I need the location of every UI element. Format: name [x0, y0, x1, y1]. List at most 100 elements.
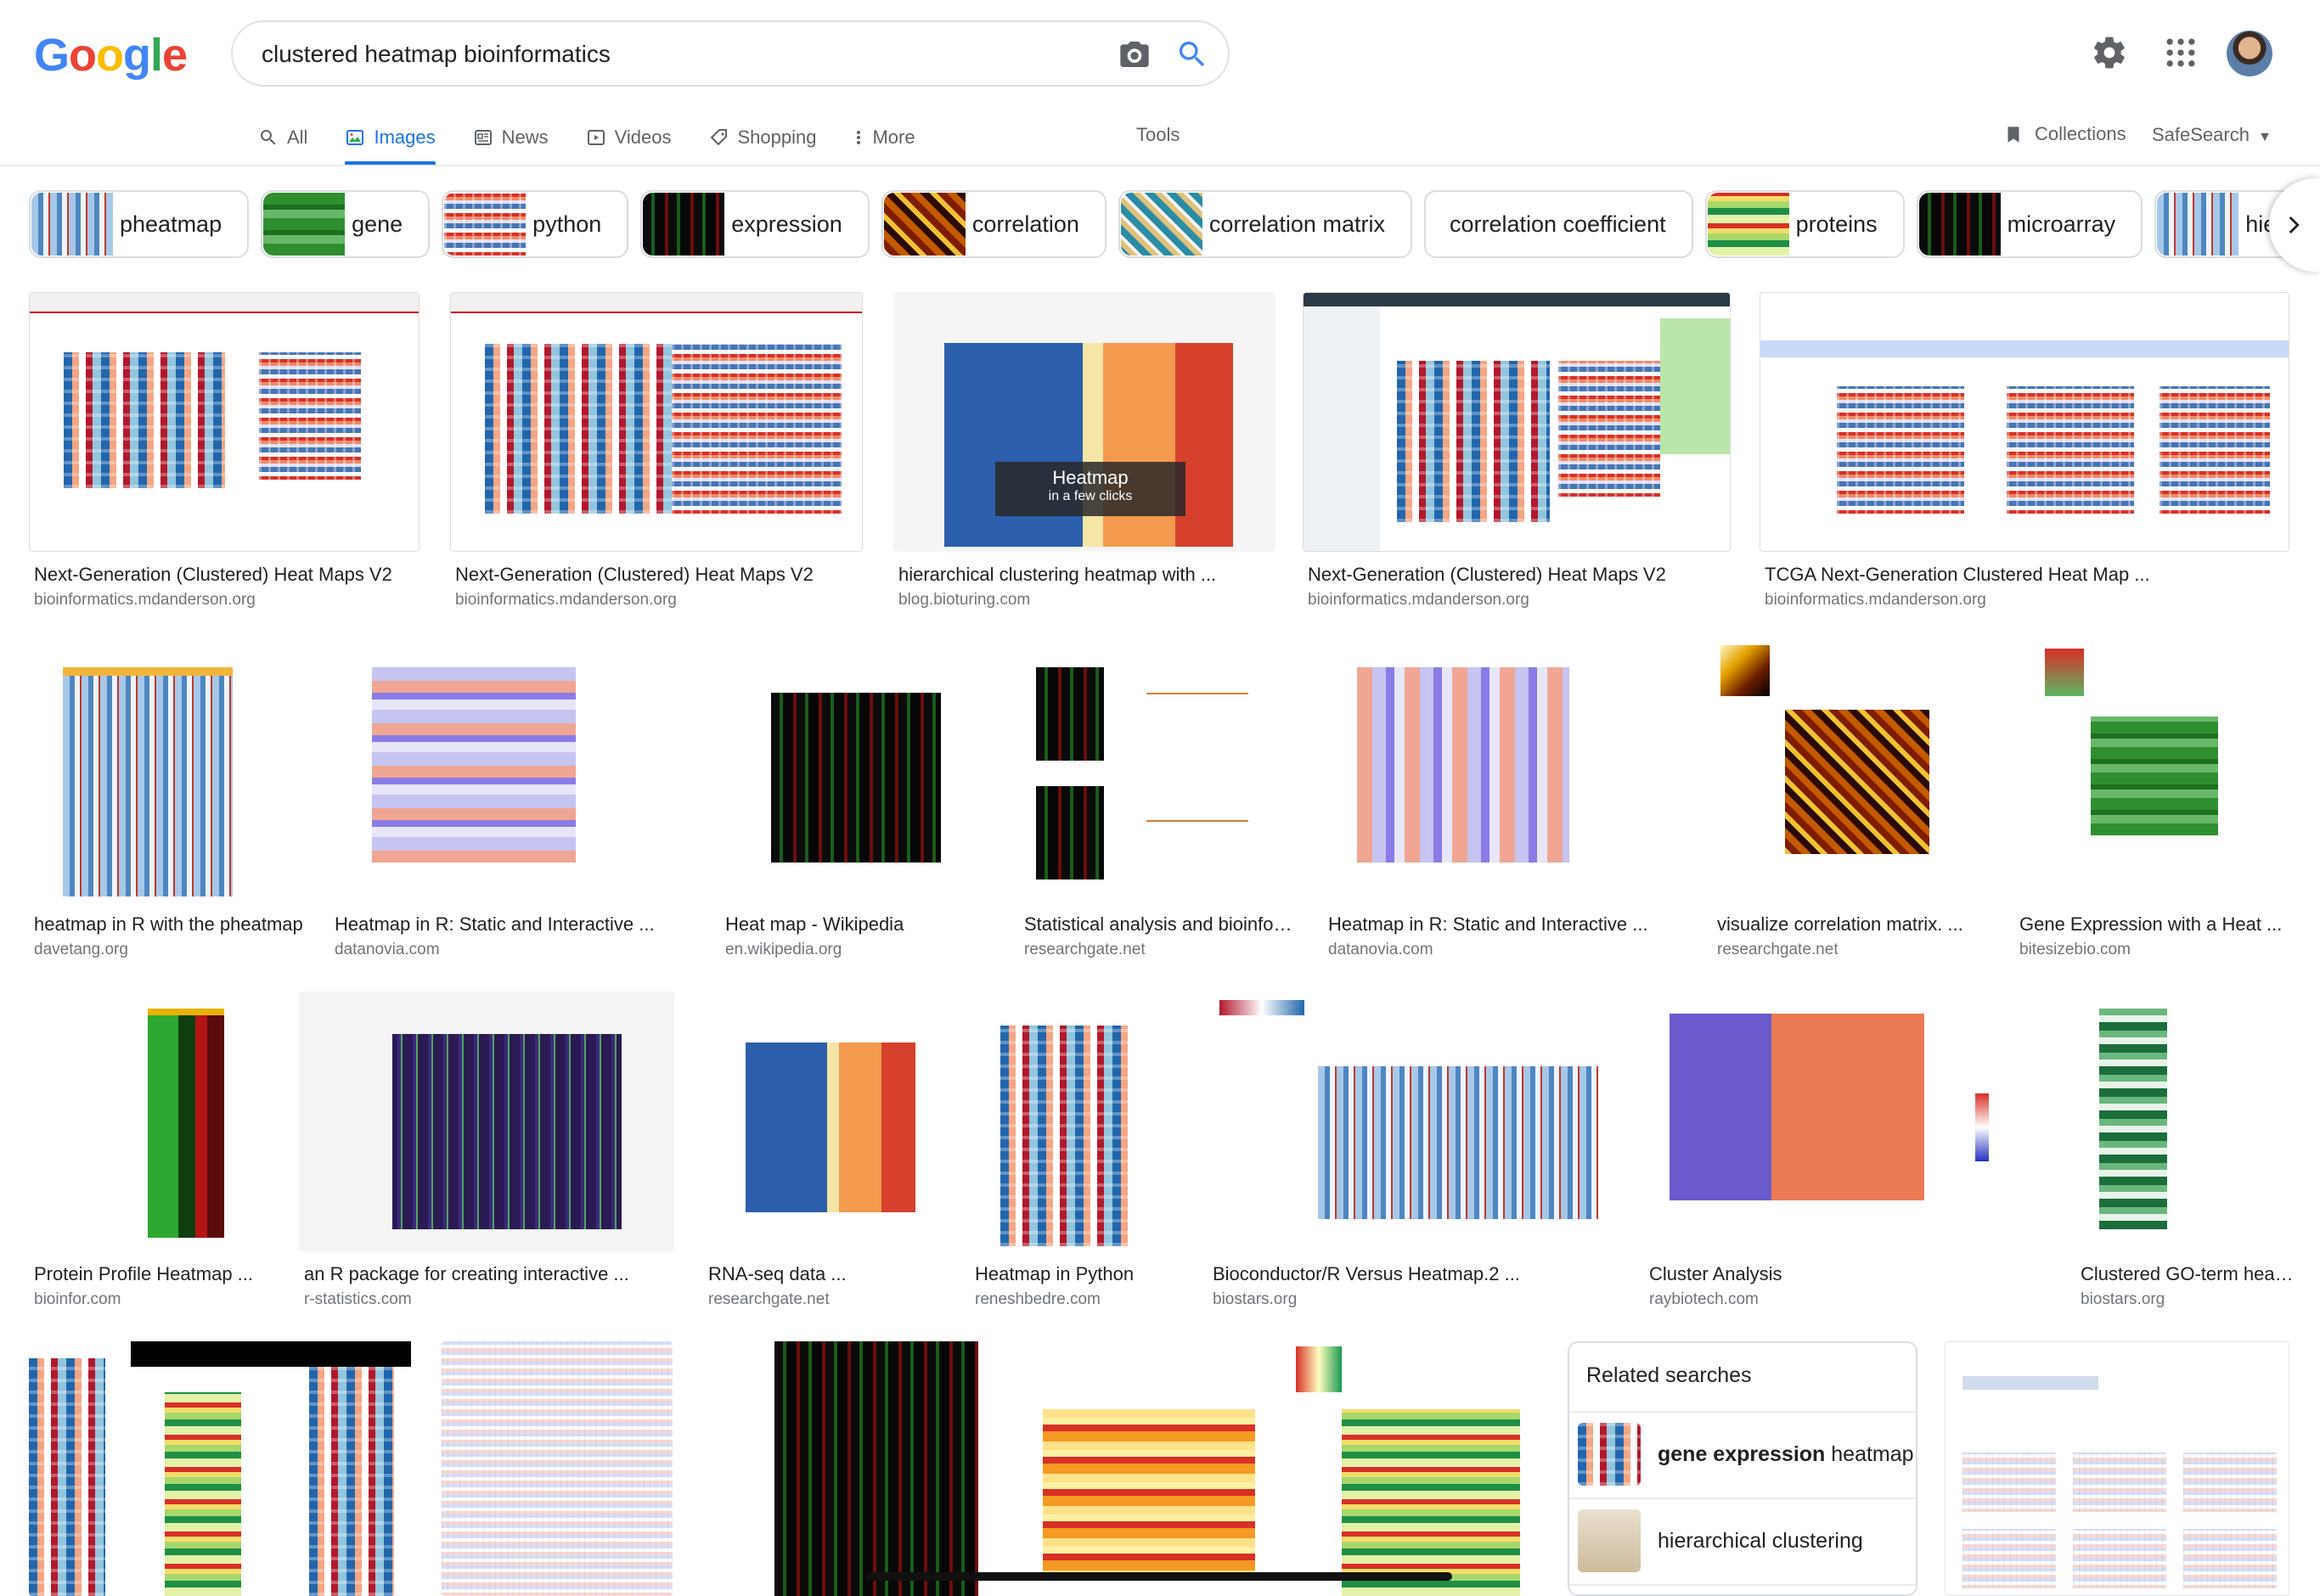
chip-correlation-matrix[interactable]: correlation matrix: [1118, 190, 1412, 258]
result-thumbnail: [29, 292, 420, 552]
chip-gene[interactable]: gene: [261, 190, 431, 258]
camera-icon[interactable]: [1116, 37, 1153, 71]
chip-thumbnail: [1120, 193, 1202, 256]
image-result[interactable]: Heatmap in R: Static and Interactive ...…: [329, 642, 691, 964]
image-result[interactable]: Protein Profile Heatmap ... bioinfor.com: [29, 992, 270, 1314]
image-result[interactable]: Heatmap in Python reneshbedre.com: [970, 992, 1155, 1314]
search-box[interactable]: clustered heatmap bioinformatics: [231, 20, 1230, 87]
result-thumbnail: [1303, 292, 1731, 552]
result-source: bioinformatics.mdanderson.org: [455, 591, 677, 609]
settings-gear-icon[interactable]: [2091, 34, 2128, 71]
tab-label: Images: [374, 126, 436, 148]
result-source: r-statistics.com: [304, 1290, 412, 1308]
image-result[interactable]: Heatmap in a few clicks hierarchical clu…: [893, 292, 1275, 615]
chip-microarray[interactable]: microarray: [1916, 190, 2143, 258]
image-result[interactable]: RNA-seq data ... researchgate.net: [703, 992, 941, 1314]
image-result[interactable]: [1945, 1341, 2289, 1596]
header-divider: [0, 165, 2320, 166]
image-result[interactable]: [29, 1341, 414, 1596]
image-result[interactable]: Clustered GO-term heatmap biostars.org: [2075, 992, 2295, 1314]
result-thumbnail: [442, 1341, 673, 1596]
chip-correlation[interactable]: correlation: [881, 190, 1107, 258]
search-input[interactable]: clustered heatmap bioinformatics: [262, 41, 611, 68]
image-result[interactable]: Next-Generation (Clustered) Heat Maps V2…: [1303, 292, 1731, 615]
image-result[interactable]: [1026, 1341, 1282, 1596]
result-thumbnail: [299, 992, 674, 1251]
result-title: Protein Profile Heatmap ...: [34, 1263, 254, 1284]
search-icon[interactable]: [1175, 37, 1209, 71]
result-title: Clustered GO-term heatmap: [2081, 1263, 2295, 1284]
tab-videos[interactable]: Videos: [586, 119, 672, 156]
google-logo[interactable]: Google: [34, 29, 188, 81]
result-source: reneshbedre.com: [975, 1290, 1101, 1308]
tab-shopping[interactable]: Shopping: [709, 119, 817, 156]
related-search-item[interactable]: [1569, 1584, 1916, 1594]
related-thumbnail: [1578, 1509, 1641, 1572]
tab-more[interactable]: More: [853, 119, 915, 156]
related-search-item[interactable]: gene expression heatmap: [1569, 1411, 1916, 1496]
chip-expression[interactable]: expression: [640, 190, 870, 258]
image-result[interactable]: heatmap in R with the pheatmap davetang.…: [29, 642, 303, 964]
account-avatar[interactable]: [2227, 31, 2272, 76]
image-result[interactable]: an R package for creating interactive ..…: [299, 992, 674, 1314]
result-thumbnail: [703, 992, 941, 1251]
result-thumbnail: [1644, 992, 2047, 1251]
image-result[interactable]: [1282, 1341, 1539, 1596]
related-search-item[interactable]: hierarchical clustering: [1569, 1498, 1916, 1582]
result-title: heatmap in R with the pheatmap: [34, 913, 303, 935]
tab-news[interactable]: News: [473, 119, 549, 156]
result-title: an R package for creating interactive ..…: [304, 1263, 629, 1284]
tab-all[interactable]: All: [258, 119, 307, 156]
image-result[interactable]: Heatmap in R: Static and Interactive ...…: [1323, 642, 1683, 964]
result-source: raybiotech.com: [1649, 1290, 1759, 1308]
image-result[interactable]: Next-Generation (Clustered) Heat Maps V2…: [450, 292, 863, 615]
result-source: blog.bioturing.com: [898, 591, 1031, 609]
news-icon: [474, 130, 492, 145]
result-thumbnail: [1323, 642, 1683, 902]
image-result[interactable]: visualize correlation matrix. ... resear…: [1712, 642, 1985, 964]
result-thumbnail: [29, 992, 270, 1251]
chip-label: correlation matrix: [1208, 211, 1385, 237]
image-result[interactable]: [707, 1341, 997, 1596]
chip-correlation-coefficient[interactable]: correlation coefficient: [1423, 190, 1693, 258]
safesearch-dropdown[interactable]: SafeSearch ▼: [2152, 124, 2272, 146]
related-search-label: gene expression heatmap: [1658, 1441, 1914, 1466]
image-result[interactable]: Cluster Analysis raybiotech.com: [1644, 992, 2047, 1314]
chip-thumbnail: [263, 193, 346, 256]
image-result[interactable]: Bioconductor/R Versus Heatmap.2 ... bios…: [1208, 992, 1617, 1314]
collections-button[interactable]: Collections: [2002, 122, 2126, 146]
result-title: Cluster Analysis: [1649, 1263, 1782, 1284]
image-result[interactable]: [442, 1341, 673, 1596]
result-source: en.wikipedia.org: [725, 941, 842, 958]
image-result[interactable]: Gene Expression with a Heat ... bitesize…: [2014, 642, 2289, 964]
image-result[interactable]: Heat map - Wikipedia en.wikipedia.org: [720, 642, 990, 964]
result-title: Heat map - Wikipedia: [725, 913, 904, 935]
result-title: Next-Generation (Clustered) Heat Maps V2: [455, 564, 814, 585]
chip-pheatmap[interactable]: pheatmap: [29, 190, 250, 258]
result-title: Bioconductor/R Versus Heatmap.2 ...: [1213, 1263, 1520, 1284]
tools-button[interactable]: Tools: [1136, 124, 1180, 146]
chip-proteins[interactable]: proteins: [1704, 190, 1905, 258]
search-tabs: All Images News Videos Shopping More: [258, 119, 953, 165]
chip-python[interactable]: python: [442, 190, 629, 258]
result-title: Heatmap in R: Static and Interactive ...: [1328, 913, 1648, 935]
image-result[interactable]: TCGA Next-Generation Clustered Heat Map …: [1760, 292, 2289, 615]
chevron-right-icon: [2289, 216, 2300, 233]
image-result[interactable]: Next-Generation (Clustered) Heat Maps V2…: [29, 292, 420, 615]
search-icon: [260, 130, 276, 145]
result-title: hierarchical clustering heatmap with ...: [898, 564, 1217, 585]
safesearch-label: SafeSearch: [2152, 124, 2250, 145]
result-thumbnail: [29, 1341, 414, 1596]
result-thumbnail: [2075, 992, 2289, 1251]
result-source: datanovia.com: [335, 941, 440, 958]
chip-thumbnail: [444, 193, 527, 256]
result-source: davetang.org: [34, 941, 128, 958]
tab-label: Shopping: [737, 126, 817, 148]
result-thumbnail: [720, 642, 990, 902]
result-thumbnail: [707, 1341, 997, 1596]
chip-thumbnail: [883, 193, 966, 256]
chip-label: proteins: [1795, 211, 1878, 237]
tab-images[interactable]: Images: [345, 119, 436, 165]
image-result[interactable]: Statistical analysis and bioinformatics …: [1019, 642, 1298, 964]
apps-grid-icon[interactable]: [2162, 34, 2199, 71]
